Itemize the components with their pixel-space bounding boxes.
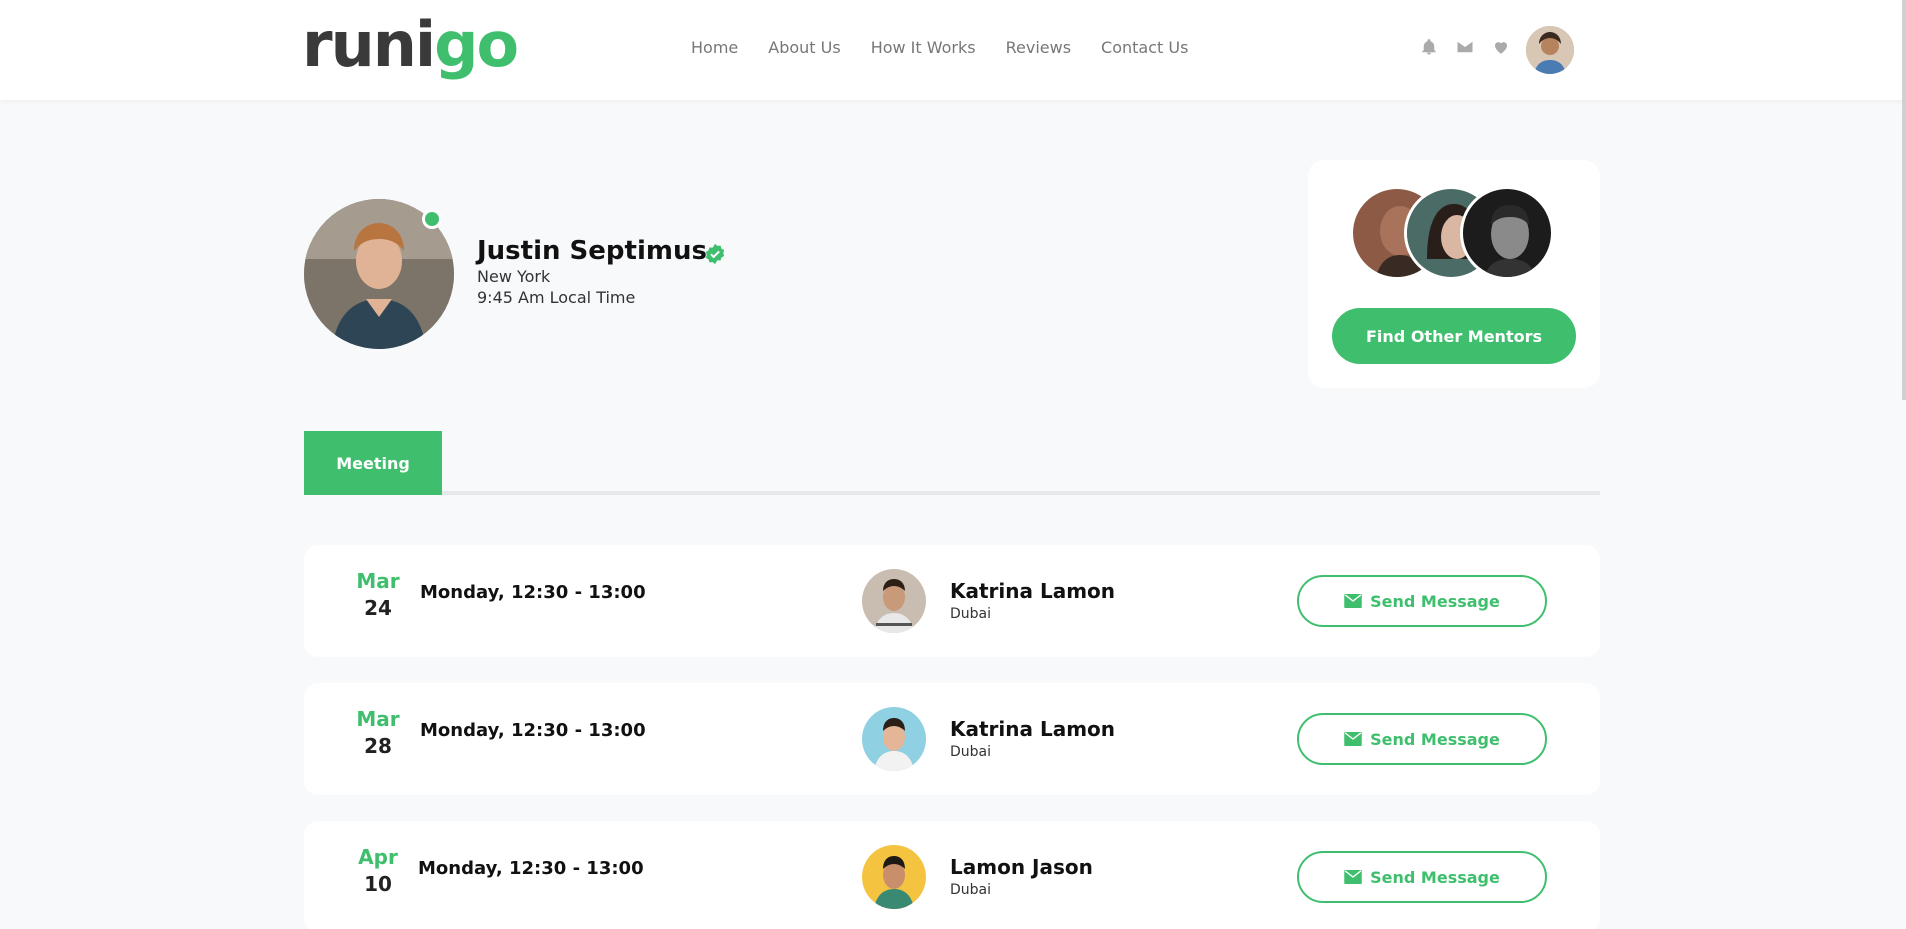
meeting-month: Mar (356, 569, 400, 593)
nav-home[interactable]: Home (691, 38, 738, 57)
meeting-row: Mar 28 Monday, 12:30 - 13:00 Katrina Lam… (304, 683, 1600, 795)
meeting-month: Apr (358, 845, 398, 869)
attendee-avatar (862, 707, 926, 771)
meeting-day: 10 (364, 872, 392, 896)
main-nav: Home About Us How It Works Reviews Conta… (691, 38, 1218, 57)
logo[interactable]: runigo (302, 14, 519, 76)
mail-icon[interactable] (1456, 38, 1474, 56)
meeting-row: Apr 10 Monday, 12:30 - 13:00 Lamon Jason… (304, 821, 1600, 929)
nav-about-us[interactable]: About Us (768, 38, 840, 57)
send-message-button[interactable]: Send Message (1297, 851, 1547, 903)
find-other-mentors-button[interactable]: Find Other Mentors (1332, 308, 1576, 364)
mentor-avatar (1460, 186, 1554, 280)
find-mentors-card: Find Other Mentors (1308, 160, 1600, 388)
send-message-button[interactable]: Send Message (1297, 713, 1547, 765)
mail-icon (1344, 870, 1362, 884)
meeting-month: Mar (356, 707, 400, 731)
attendee-avatar (862, 569, 926, 633)
meeting-time: Monday, 12:30 - 13:00 (420, 582, 646, 603)
online-status-dot (422, 209, 442, 229)
verified-badge-icon (704, 243, 726, 265)
mail-icon (1344, 732, 1362, 746)
nav-contact-us[interactable]: Contact Us (1101, 38, 1188, 57)
bell-icon[interactable] (1420, 38, 1438, 56)
meeting-day: 24 (364, 596, 392, 620)
attendee-name: Katrina Lamon (950, 717, 1116, 741)
tab-underline (304, 491, 1600, 495)
site-header: runigo Home About Us How It Works Review… (0, 0, 1906, 100)
attendee-city: Dubai (950, 882, 992, 898)
user-avatar[interactable] (1526, 26, 1574, 74)
tab-meeting[interactable]: Meeting (304, 431, 442, 495)
profile-name: Justin Septimus (477, 236, 707, 266)
attendee-avatar (862, 845, 926, 909)
mail-icon (1344, 594, 1362, 608)
page-scrollbar[interactable] (1902, 0, 1906, 400)
attendee-city: Dubai (950, 606, 992, 622)
nav-how-it-works[interactable]: How It Works (871, 38, 976, 57)
header-icons (1420, 38, 1510, 56)
nav-reviews[interactable]: Reviews (1006, 38, 1071, 57)
meeting-day: 28 (364, 734, 392, 758)
meeting-row: Mar 24 Monday, 12:30 - 13:00 Katrina Lam… (304, 545, 1600, 657)
profile-local-time: 9:45 Am Local Time (477, 288, 636, 307)
attendee-name: Katrina Lamon (950, 579, 1116, 603)
attendee-city: Dubai (950, 744, 992, 760)
send-message-button[interactable]: Send Message (1297, 575, 1547, 627)
meeting-time: Monday, 12:30 - 13:00 (420, 720, 646, 741)
attendee-name: Lamon Jason (950, 855, 1093, 879)
meeting-time: Monday, 12:30 - 13:00 (418, 858, 644, 879)
heart-icon[interactable] (1492, 38, 1510, 56)
profile-city: New York (477, 267, 551, 286)
